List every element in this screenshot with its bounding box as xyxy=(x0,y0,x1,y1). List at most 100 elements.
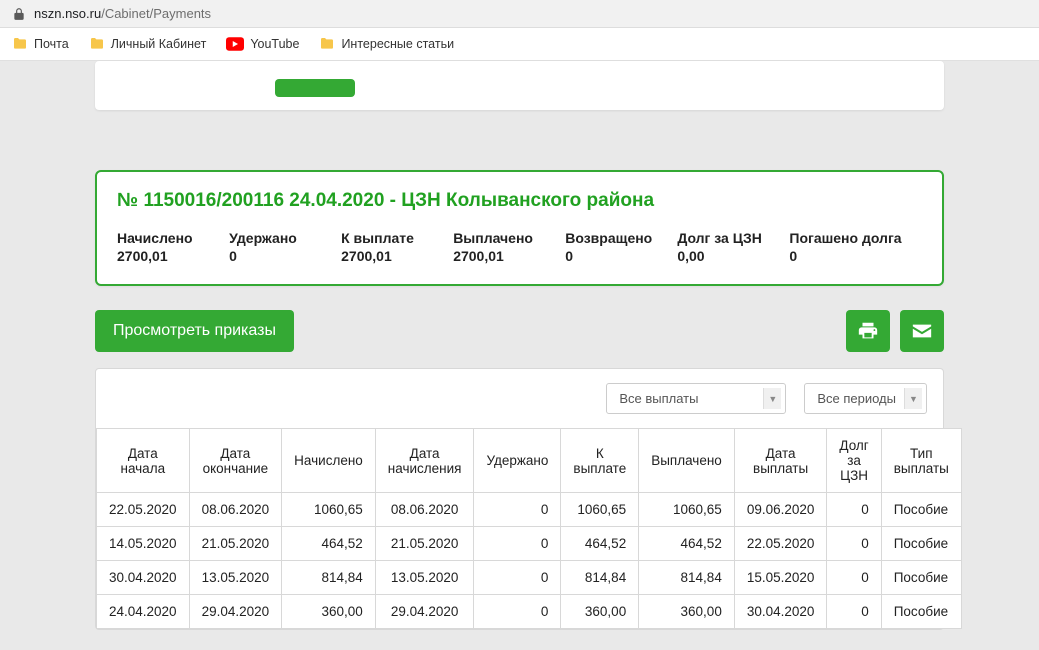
table-cell: 09.06.2020 xyxy=(734,493,827,527)
bookmark-label: Личный Кабинет xyxy=(111,37,207,51)
url-text[interactable]: nszn.nso.ru/Cabinet/Payments xyxy=(34,6,211,21)
table-cell: 15.05.2020 xyxy=(734,561,827,595)
summary-label: Возвращено xyxy=(565,230,667,246)
col-withheld: Удержано xyxy=(474,429,561,493)
folder-icon xyxy=(12,36,28,52)
payments-table-card: Все выплаты ▼ Все периоды ▼ Дата начала … xyxy=(95,368,944,630)
table-cell: 21.05.2020 xyxy=(189,527,282,561)
table-cell: 0 xyxy=(827,595,881,629)
table-cell: 13.05.2020 xyxy=(189,561,282,595)
table-cell: 0 xyxy=(827,527,881,561)
summary-value: 0 xyxy=(565,248,667,264)
table-cell: 1060,65 xyxy=(561,493,639,527)
summary-label: Погашено долга xyxy=(789,230,922,246)
summary-title: № 1150016/200116 24.04.2020 - ЦЗН Колыва… xyxy=(117,190,922,212)
print-icon xyxy=(857,320,879,342)
table-cell: 29.04.2020 xyxy=(375,595,474,629)
table-cell: 30.04.2020 xyxy=(734,595,827,629)
lock-icon xyxy=(12,7,26,21)
summary-label: К выплате xyxy=(341,230,443,246)
summary-debt: Долг за ЦЗН 0,00 xyxy=(677,230,779,264)
bookmark-label: Почта xyxy=(34,37,69,51)
bookmark-articles[interactable]: Интересные статьи xyxy=(319,36,454,52)
summary-returned: Возвращено 0 xyxy=(565,230,667,264)
actions-row: Просмотреть приказы xyxy=(95,310,944,352)
folder-icon xyxy=(89,36,105,52)
youtube-icon xyxy=(226,37,244,51)
bookmark-mail[interactable]: Почта xyxy=(12,36,69,52)
table-cell: 0 xyxy=(474,561,561,595)
table-cell: Пособие xyxy=(881,493,961,527)
summary-value: 2700,01 xyxy=(453,248,555,264)
table-cell: 464,52 xyxy=(282,527,376,561)
bookmarks-bar: Почта Личный Кабинет YouTube Интересные … xyxy=(0,28,1039,61)
summary-label: Долг за ЦЗН xyxy=(677,230,779,246)
col-type: Тип выплаты xyxy=(881,429,961,493)
table-cell: Пособие xyxy=(881,527,961,561)
table-cell: 1060,65 xyxy=(639,493,735,527)
table-cell: 360,00 xyxy=(561,595,639,629)
table-cell: 08.06.2020 xyxy=(189,493,282,527)
table-cell: 24.04.2020 xyxy=(97,595,190,629)
table-cell: 21.05.2020 xyxy=(375,527,474,561)
table-cell: 814,84 xyxy=(282,561,376,595)
summary-row: Начислено 2700,01 Удержано 0 К выплате 2… xyxy=(117,230,922,264)
table-cell: 29.04.2020 xyxy=(189,595,282,629)
table-cell: 0 xyxy=(474,493,561,527)
table-body: 22.05.202008.06.20201060,6508.06.2020010… xyxy=(97,493,962,629)
table-row: 30.04.202013.05.2020814,8413.05.20200814… xyxy=(97,561,962,595)
table-cell: 0 xyxy=(474,595,561,629)
green-chip[interactable] xyxy=(275,79,355,97)
bookmark-youtube[interactable]: YouTube xyxy=(226,37,299,51)
view-orders-button[interactable]: Просмотреть приказы xyxy=(95,310,294,352)
email-button[interactable] xyxy=(900,310,944,352)
summary-paid: Выплачено 2700,01 xyxy=(453,230,555,264)
table-cell: 0 xyxy=(827,561,881,595)
table-cell: 814,84 xyxy=(561,561,639,595)
summary-debt-paid: Погашено долга 0 xyxy=(789,230,922,264)
table-row: 24.04.202029.04.2020360,0029.04.20200360… xyxy=(97,595,962,629)
col-topay: К выплате xyxy=(561,429,639,493)
filter-payments-select[interactable]: Все выплаты ▼ xyxy=(606,383,786,414)
col-accrued: Начислено xyxy=(282,429,376,493)
table-cell: 464,52 xyxy=(561,527,639,561)
table-cell: 22.05.2020 xyxy=(734,527,827,561)
table-cell: 360,00 xyxy=(639,595,735,629)
page-background: № 1150016/200116 24.04.2020 - ЦЗН Колыва… xyxy=(0,61,1039,650)
chevron-down-icon: ▼ xyxy=(763,388,781,409)
payments-table: Дата начала Дата окончание Начислено Дат… xyxy=(96,428,962,629)
summary-label: Выплачено xyxy=(453,230,555,246)
col-end-date: Дата окончание xyxy=(189,429,282,493)
summary-label: Начислено xyxy=(117,230,219,246)
print-button[interactable] xyxy=(846,310,890,352)
bookmark-label: YouTube xyxy=(250,37,299,51)
summary-value: 0 xyxy=(789,248,922,264)
table-header-row: Дата начала Дата окончание Начислено Дат… xyxy=(97,429,962,493)
bookmark-cabinet[interactable]: Личный Кабинет xyxy=(89,36,207,52)
summary-withheld: Удержано 0 xyxy=(229,230,331,264)
summary-value: 2700,01 xyxy=(341,248,443,264)
summary-topay: К выплате 2700,01 xyxy=(341,230,443,264)
table-cell: 0 xyxy=(474,527,561,561)
summary-label: Удержано xyxy=(229,230,331,246)
table-row: 14.05.202021.05.2020464,5221.05.20200464… xyxy=(97,527,962,561)
col-debt: Долг за ЦЗН xyxy=(827,429,881,493)
chevron-down-icon: ▼ xyxy=(904,388,922,409)
col-accrual-date: Дата начисления xyxy=(375,429,474,493)
table-cell: 0 xyxy=(827,493,881,527)
table-filters: Все выплаты ▼ Все периоды ▼ xyxy=(96,369,943,428)
table-cell: 30.04.2020 xyxy=(97,561,190,595)
col-pay-date: Дата выплаты xyxy=(734,429,827,493)
table-cell: 360,00 xyxy=(282,595,376,629)
summary-card: № 1150016/200116 24.04.2020 - ЦЗН Колыва… xyxy=(95,170,944,286)
table-cell: 22.05.2020 xyxy=(97,493,190,527)
summary-value: 0 xyxy=(229,248,331,264)
top-card xyxy=(95,61,944,110)
col-start-date: Дата начала xyxy=(97,429,190,493)
table-cell: 14.05.2020 xyxy=(97,527,190,561)
filter-periods-select[interactable]: Все периоды ▼ xyxy=(804,383,927,414)
select-value: Все периоды xyxy=(817,391,896,406)
summary-value: 2700,01 xyxy=(117,248,219,264)
col-paid: Выплачено xyxy=(639,429,735,493)
summary-accrued: Начислено 2700,01 xyxy=(117,230,219,264)
